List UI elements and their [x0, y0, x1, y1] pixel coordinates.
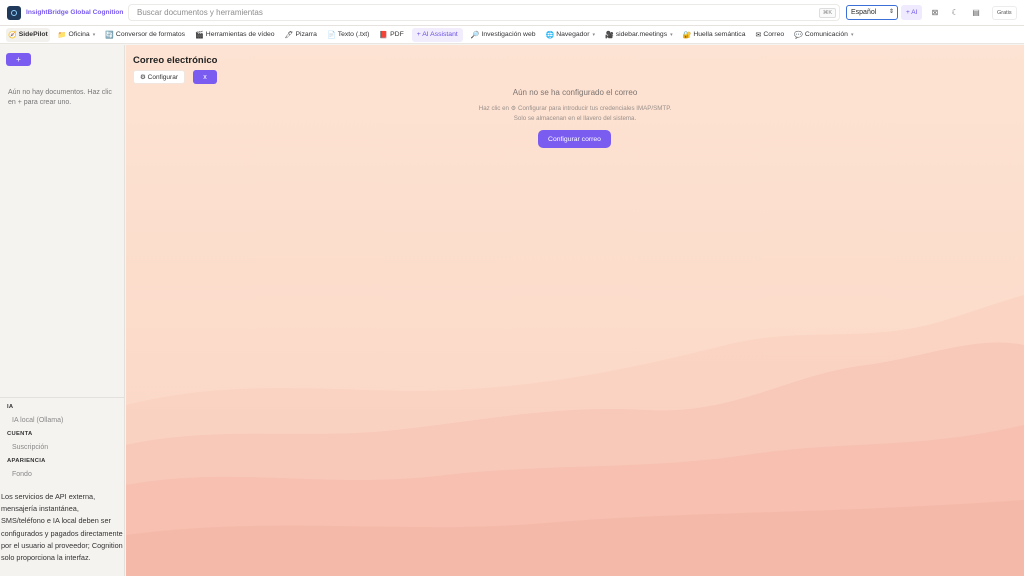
tool-label: Herramientas de vídeo: [205, 31, 275, 38]
video-camera-icon: 🎥: [605, 31, 614, 39]
chevron-down-icon: ▾: [850, 31, 854, 38]
brand-name: InsightBridge Global Cognition: [26, 9, 124, 16]
tool-label: Oficina: [68, 31, 90, 38]
language-select[interactable]: Español ⇕: [846, 5, 898, 20]
plan-badge[interactable]: Gratis: [992, 6, 1017, 20]
section-heading-account: CUENTA: [7, 431, 33, 437]
tool-label: Navegador: [556, 31, 590, 38]
globe-icon: 🌐: [545, 31, 555, 39]
lock-icon: 🔐: [682, 31, 692, 39]
tool-label: Huella semántica: [693, 31, 746, 38]
envelope-icon: ✉: [755, 31, 762, 39]
language-value: Español: [851, 9, 877, 16]
chevron-updown-icon: ⇕: [888, 9, 894, 15]
compass-icon: 🧭: [8, 31, 17, 39]
tool-semantic-fingerprint[interactable]: 🔐 Huella semántica: [681, 28, 748, 42]
mail-panel: Correo electrónico ⚙ Configurar x Aún no…: [126, 45, 1024, 576]
grid-icon[interactable]: ⊠: [930, 7, 940, 17]
tool-meetings[interactable]: 🎥 sidebar.meetings ▾: [603, 28, 675, 42]
empty-state-line1: Haz clic en ⚙ Configurar para introducir…: [478, 105, 672, 112]
close-button[interactable]: x: [193, 70, 217, 84]
magnifier-icon: 🔎: [470, 31, 480, 39]
document-icon: 📄: [326, 31, 336, 39]
chevron-down-icon: ▾: [592, 31, 595, 38]
section-heading-appearance: APARIENCIA: [7, 458, 46, 464]
provider-disclaimer: Los servicios de API externa, mensajería…: [1, 492, 123, 563]
empty-state-line2: Solo se almacenan en el llavero del sist…: [513, 115, 637, 122]
tool-label: Correo: [763, 31, 785, 38]
tool-label: PDF: [390, 31, 404, 38]
tool-label: + AI Assistant: [416, 31, 458, 38]
tool-label: Comunicación: [804, 31, 848, 38]
setup-mail-button[interactable]: Configurar correo: [538, 130, 611, 148]
sidebar-item-local-ai[interactable]: IA local (Ollama): [12, 417, 125, 424]
ai-button[interactable]: + AI: [901, 5, 923, 20]
mountain-background: [126, 295, 1024, 576]
tool-label: sidebar.meetings: [615, 31, 668, 38]
tool-ai-assistant[interactable]: + AI Assistant: [411, 27, 463, 42]
search-input[interactable]: Buscar documentos y herramientas ⌘K: [128, 4, 840, 21]
sidebar: + Aún no hay documentos. Haz clic en + p…: [0, 45, 125, 576]
tool-sidepilot[interactable]: 🧭 SidePilot: [6, 27, 50, 42]
pdf-icon: 📕: [379, 31, 389, 39]
app-logo-icon: [7, 5, 21, 20]
empty-state-title: Aún no se ha configurado el correo: [512, 88, 638, 97]
tool-mail[interactable]: ✉ Correo: [753, 28, 786, 42]
page-title: Correo electrónico: [133, 55, 218, 66]
tool-pdf[interactable]: 📕 PDF: [377, 28, 405, 42]
tool-label: Texto (.txt): [337, 31, 370, 38]
sidebar-item-subscription[interactable]: Suscripción: [12, 444, 125, 451]
tool-label: SidePilot: [18, 31, 48, 38]
folder-icon: 📁: [57, 31, 67, 39]
chat-bubble-icon: 💬: [794, 31, 803, 39]
tool-label: Pizarra: [295, 31, 317, 38]
tool-oficina[interactable]: 📁 Oficina ▾: [56, 28, 97, 42]
new-document-button[interactable]: +: [6, 53, 31, 66]
moon-icon[interactable]: ☾: [950, 7, 960, 17]
configure-button[interactable]: ⚙ Configurar: [133, 70, 185, 84]
sidebar-item-background[interactable]: Fondo: [12, 471, 125, 478]
chevron-down-icon: ▾: [670, 31, 673, 38]
printer-icon[interactable]: ▤: [971, 7, 981, 17]
empty-documents-message: Aún no hay documentos. Haz clic en + par…: [8, 89, 112, 106]
tool-browser[interactable]: 🌐 Navegador ▾: [544, 28, 598, 42]
tool-label: Conversor de formatos: [115, 31, 186, 38]
tool-label: Investigación web: [481, 31, 536, 38]
convert-icon: 🔄: [105, 31, 114, 39]
tools-bar: 🧭 SidePilot 📁 Oficina ▾ 🔄 Conversor de f…: [0, 26, 1024, 44]
top-bar: InsightBridge Global Cognition Buscar do…: [0, 0, 1024, 26]
chevron-down-icon: ▾: [92, 31, 96, 38]
sidebar-settings: IA IA local (Ollama) CUENTA Suscripción …: [0, 397, 125, 478]
tool-communication[interactable]: 💬 Comunicación ▾: [792, 28, 855, 42]
pen-icon: 🖊: [284, 31, 294, 39]
tool-web-research[interactable]: 🔎 Investigación web: [469, 28, 538, 42]
section-heading-ai: IA: [7, 404, 14, 410]
tool-text[interactable]: 📄 Texto (.txt): [325, 28, 371, 42]
search-placeholder: Buscar documentos y herramientas: [137, 8, 263, 17]
search-shortcut: ⌘K: [818, 8, 836, 18]
tool-format-converter[interactable]: 🔄 Conversor de formatos: [103, 28, 187, 42]
clapperboard-icon: 🎬: [195, 31, 204, 39]
tool-whiteboard[interactable]: 🖊 Pizarra: [283, 28, 319, 42]
tool-video[interactable]: 🎬 Herramientas de vídeo: [193, 28, 276, 42]
